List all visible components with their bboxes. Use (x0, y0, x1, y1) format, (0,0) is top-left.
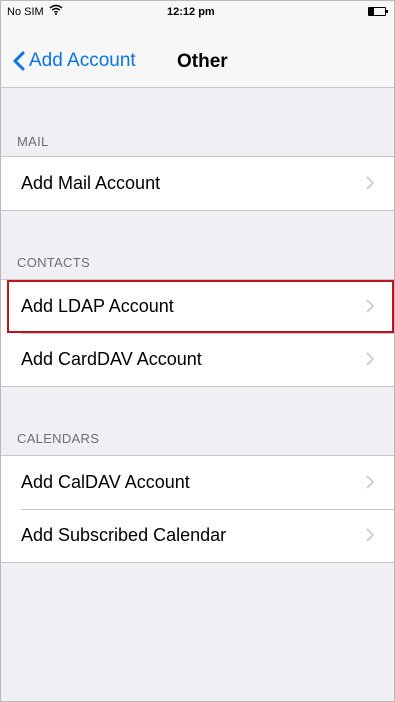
calendars-group: Add CalDAV Account Add Subscribed Calend… (1, 455, 394, 563)
chevron-right-icon (366, 475, 374, 489)
battery-icon (368, 7, 388, 16)
back-button[interactable]: Add Account (13, 47, 136, 75)
wifi-icon (49, 4, 63, 18)
row-label: Add CardDAV Account (21, 349, 202, 369)
add-mail-account-row[interactable]: Add Mail Account (1, 157, 394, 210)
mail-group: Add Mail Account (1, 156, 394, 211)
add-carddav-account-row[interactable]: Add CardDAV Account (1, 333, 394, 386)
phone-frame: No SIM 12:12 pm Add Account Other MAIL A… (0, 0, 395, 702)
row-label: Add Subscribed Calendar (21, 525, 227, 545)
top-bar: No SIM 12:12 pm Add Account Other (1, 1, 394, 88)
chevron-left-icon (13, 51, 25, 71)
nav-title: Other (177, 51, 228, 72)
chevron-right-icon (366, 528, 374, 542)
navigation-bar: Add Account Other (1, 39, 394, 83)
add-subscribed-calendar-row[interactable]: Add Subscribed Calendar (1, 509, 394, 562)
section-header-mail: MAIL (17, 134, 49, 149)
carrier-label: No SIM (7, 6, 44, 18)
section-header-contacts: CONTACTS (17, 255, 90, 270)
section-header-calendars: CALENDARS (17, 431, 100, 446)
chevron-right-icon (366, 299, 374, 313)
back-button-label: Add Account (29, 50, 136, 71)
row-label: Add CalDAV Account (21, 472, 190, 492)
chevron-right-icon (366, 352, 374, 366)
row-label: Add Mail Account (21, 173, 161, 193)
row-label: Add LDAP Account (21, 296, 174, 316)
status-bar: No SIM 12:12 pm (1, 1, 394, 23)
add-caldav-account-row[interactable]: Add CalDAV Account (1, 456, 394, 509)
status-time: 12:12 pm (167, 6, 215, 18)
add-ldap-account-row[interactable]: Add LDAP Account (1, 280, 394, 333)
chevron-right-icon (366, 176, 374, 190)
contacts-group: Add LDAP Account Add CardDAV Account (1, 279, 394, 387)
